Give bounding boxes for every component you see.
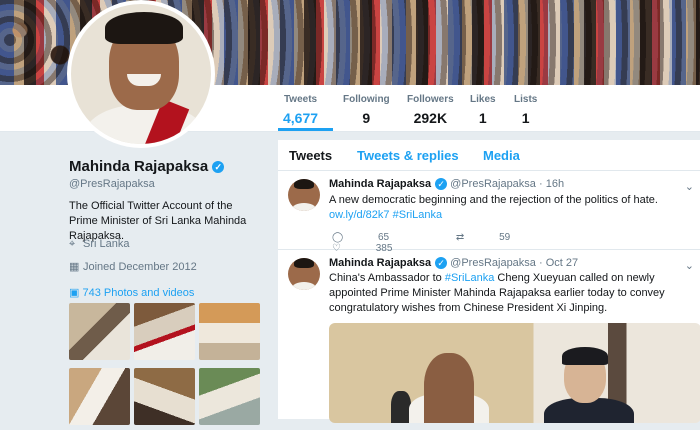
- verified-badge-icon: ✓: [435, 257, 448, 270]
- photo-thumbnail[interactable]: [69, 303, 130, 360]
- tab-tweets[interactable]: Tweets: [289, 148, 332, 163]
- reply-button[interactable]: ◯ 65: [332, 232, 421, 243]
- timeline: Tweets Tweets & replies Media Mahinda Ra…: [278, 140, 700, 423]
- photo-icon: ▣: [69, 287, 80, 299]
- retweet-button[interactable]: ⇄ 59: [456, 232, 542, 243]
- profile-avatar[interactable]: [67, 0, 215, 148]
- tweet-avatar[interactable]: [288, 258, 320, 290]
- tweet-avatar[interactable]: [288, 179, 320, 211]
- profile-name[interactable]: Mahinda Rajapaksa ✓: [69, 158, 225, 175]
- chevron-down-icon[interactable]: ⌄: [685, 180, 694, 193]
- stat-followers[interactable]: Followers 292K: [407, 94, 454, 126]
- tweet-text: A new democratic beginning and the rejec…: [329, 194, 658, 221]
- stat-lists[interactable]: Lists 1: [514, 94, 537, 126]
- tab-tweets-replies[interactable]: Tweets & replies: [357, 148, 459, 163]
- stat-tweets[interactable]: Tweets 4,677: [283, 94, 318, 126]
- tweet-text: China's Ambassador to #SriLanka Cheng Xu…: [329, 272, 665, 314]
- stat-likes[interactable]: Likes 1: [470, 94, 496, 126]
- active-stat-indicator: [278, 128, 333, 131]
- photos-videos-link[interactable]: ▣ 743 Photos and videos: [69, 286, 194, 299]
- tweet-link[interactable]: ow.ly/d/82k7: [329, 209, 390, 221]
- location-pin-icon: ⌖: [69, 238, 76, 250]
- tweet-media-image[interactable]: [329, 323, 700, 423]
- profile-handle[interactable]: @PresRajapaksa: [69, 178, 155, 190]
- photo-thumbnail[interactable]: [134, 303, 195, 360]
- photo-thumbnail[interactable]: [134, 368, 195, 425]
- tab-media[interactable]: Media: [483, 148, 520, 163]
- tweet-header: Mahinda Rajapaksa ✓ @PresRajapaksa · 16h: [329, 178, 565, 191]
- verified-badge-icon: ✓: [212, 161, 225, 174]
- photo-thumbnail[interactable]: [69, 368, 130, 425]
- hashtag-link[interactable]: #SriLanka: [445, 272, 495, 284]
- profile-location: ⌖ Sri Lanka: [69, 238, 130, 250]
- timeline-tabs: Tweets Tweets & replies Media: [278, 140, 700, 171]
- tweet-header: Mahinda Rajapaksa ✓ @PresRajapaksa · Oct …: [329, 257, 579, 270]
- stat-following[interactable]: Following 9: [343, 94, 390, 126]
- tweet[interactable]: Mahinda Rajapaksa ✓ @PresRajapaksa · Oct …: [278, 250, 700, 430]
- tweet[interactable]: Mahinda Rajapaksa ✓ @PresRajapaksa · 16h …: [278, 171, 700, 254]
- verified-badge-icon: ✓: [435, 178, 448, 191]
- photo-thumbnail[interactable]: [199, 303, 260, 360]
- profile-joined: ▦ Joined December 2012: [69, 261, 197, 273]
- retweet-icon: ⇄: [455, 232, 465, 243]
- calendar-icon: ▦: [69, 261, 80, 273]
- photo-thumbnail[interactable]: [199, 368, 260, 425]
- hashtag-link[interactable]: #SriLanka: [393, 209, 443, 221]
- reply-icon: ◯: [332, 232, 344, 243]
